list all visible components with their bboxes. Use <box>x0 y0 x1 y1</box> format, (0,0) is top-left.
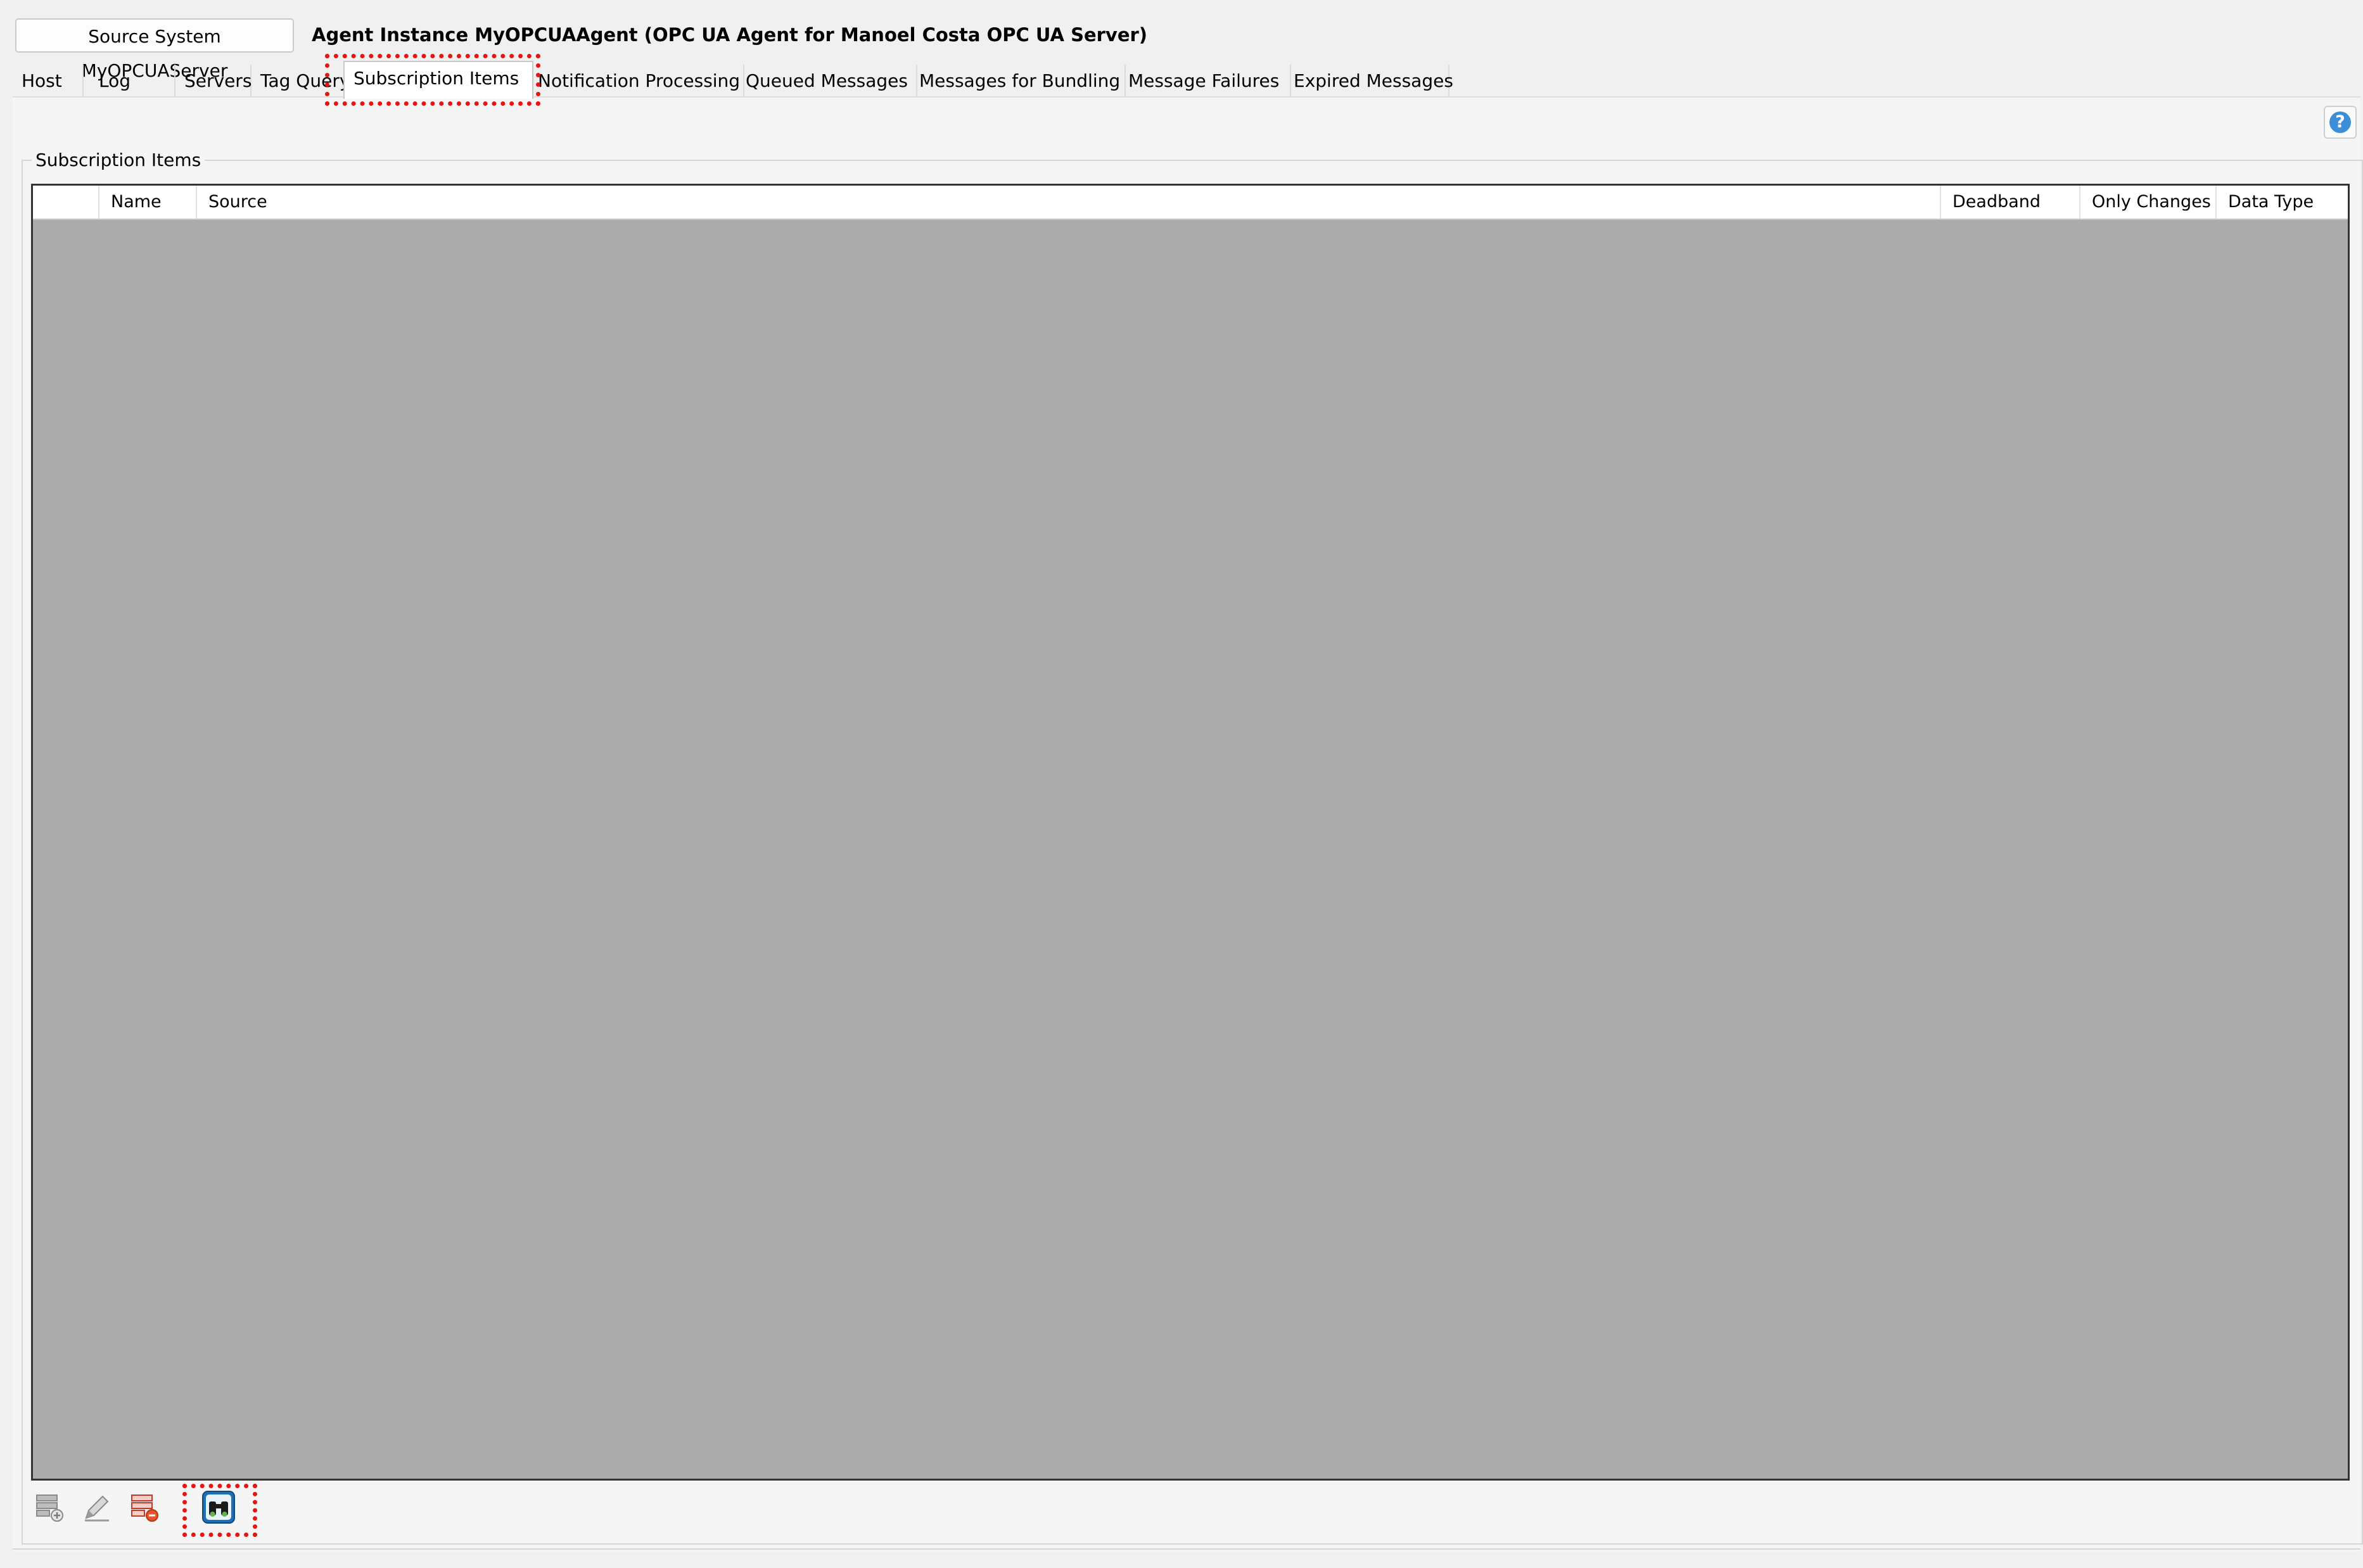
grid-header-row: Name Source Deadband Only Changes Data T… <box>33 186 2348 220</box>
column-header-deadband[interactable]: Deadband <box>1940 186 2079 219</box>
source-system-button[interactable]: Source System MyOPCUAServer <box>15 18 294 81</box>
groupbox-title: Subscription Items <box>32 150 205 170</box>
subscription-items-grid[interactable]: Name Source Deadband Only Changes Data T… <box>31 184 2350 1481</box>
add-row-button[interactable] <box>32 1489 68 1526</box>
subscription-tab-highlight-box <box>325 54 540 106</box>
tab-servers[interactable]: Servers <box>175 65 252 98</box>
column-header-only-changes[interactable]: Only Changes <box>2079 186 2215 219</box>
tab-log[interactable]: Log <box>90 65 175 98</box>
column-header-selector[interactable] <box>33 186 98 219</box>
column-header-source[interactable]: Source <box>196 186 1940 219</box>
tab-messages-for-bundling[interactable]: Messages for Bundling <box>910 65 1126 98</box>
add-row-icon <box>36 1495 63 1522</box>
tab-notification-processing[interactable]: Notification Processing <box>529 65 744 98</box>
tab-host[interactable]: Host <box>13 65 84 98</box>
delete-row-icon <box>131 1495 158 1522</box>
browse-button-highlight-box <box>182 1484 257 1537</box>
tab-queued-messages[interactable]: Queued Messages <box>737 65 917 98</box>
help-button[interactable]: ? <box>2324 106 2357 139</box>
edit-row-icon <box>85 1495 109 1522</box>
application-window: Source System MyOPCUAServer Agent Instan… <box>0 0 2363 1568</box>
tab-message-failures[interactable]: Message Failures <box>1119 65 1291 98</box>
column-header-name[interactable]: Name <box>98 186 196 219</box>
edit-row-button[interactable] <box>79 1489 115 1526</box>
bottom-divider <box>13 1548 2360 1550</box>
delete-row-button[interactable] <box>127 1489 163 1526</box>
agent-instance-title: Agent Instance MyOPCUAAgent (OPC UA Agen… <box>312 24 1148 46</box>
column-header-data-type[interactable]: Data Type <box>2215 186 2348 219</box>
help-icon: ? <box>2329 112 2351 133</box>
tab-expired-messages[interactable]: Expired Messages <box>1285 65 1453 98</box>
